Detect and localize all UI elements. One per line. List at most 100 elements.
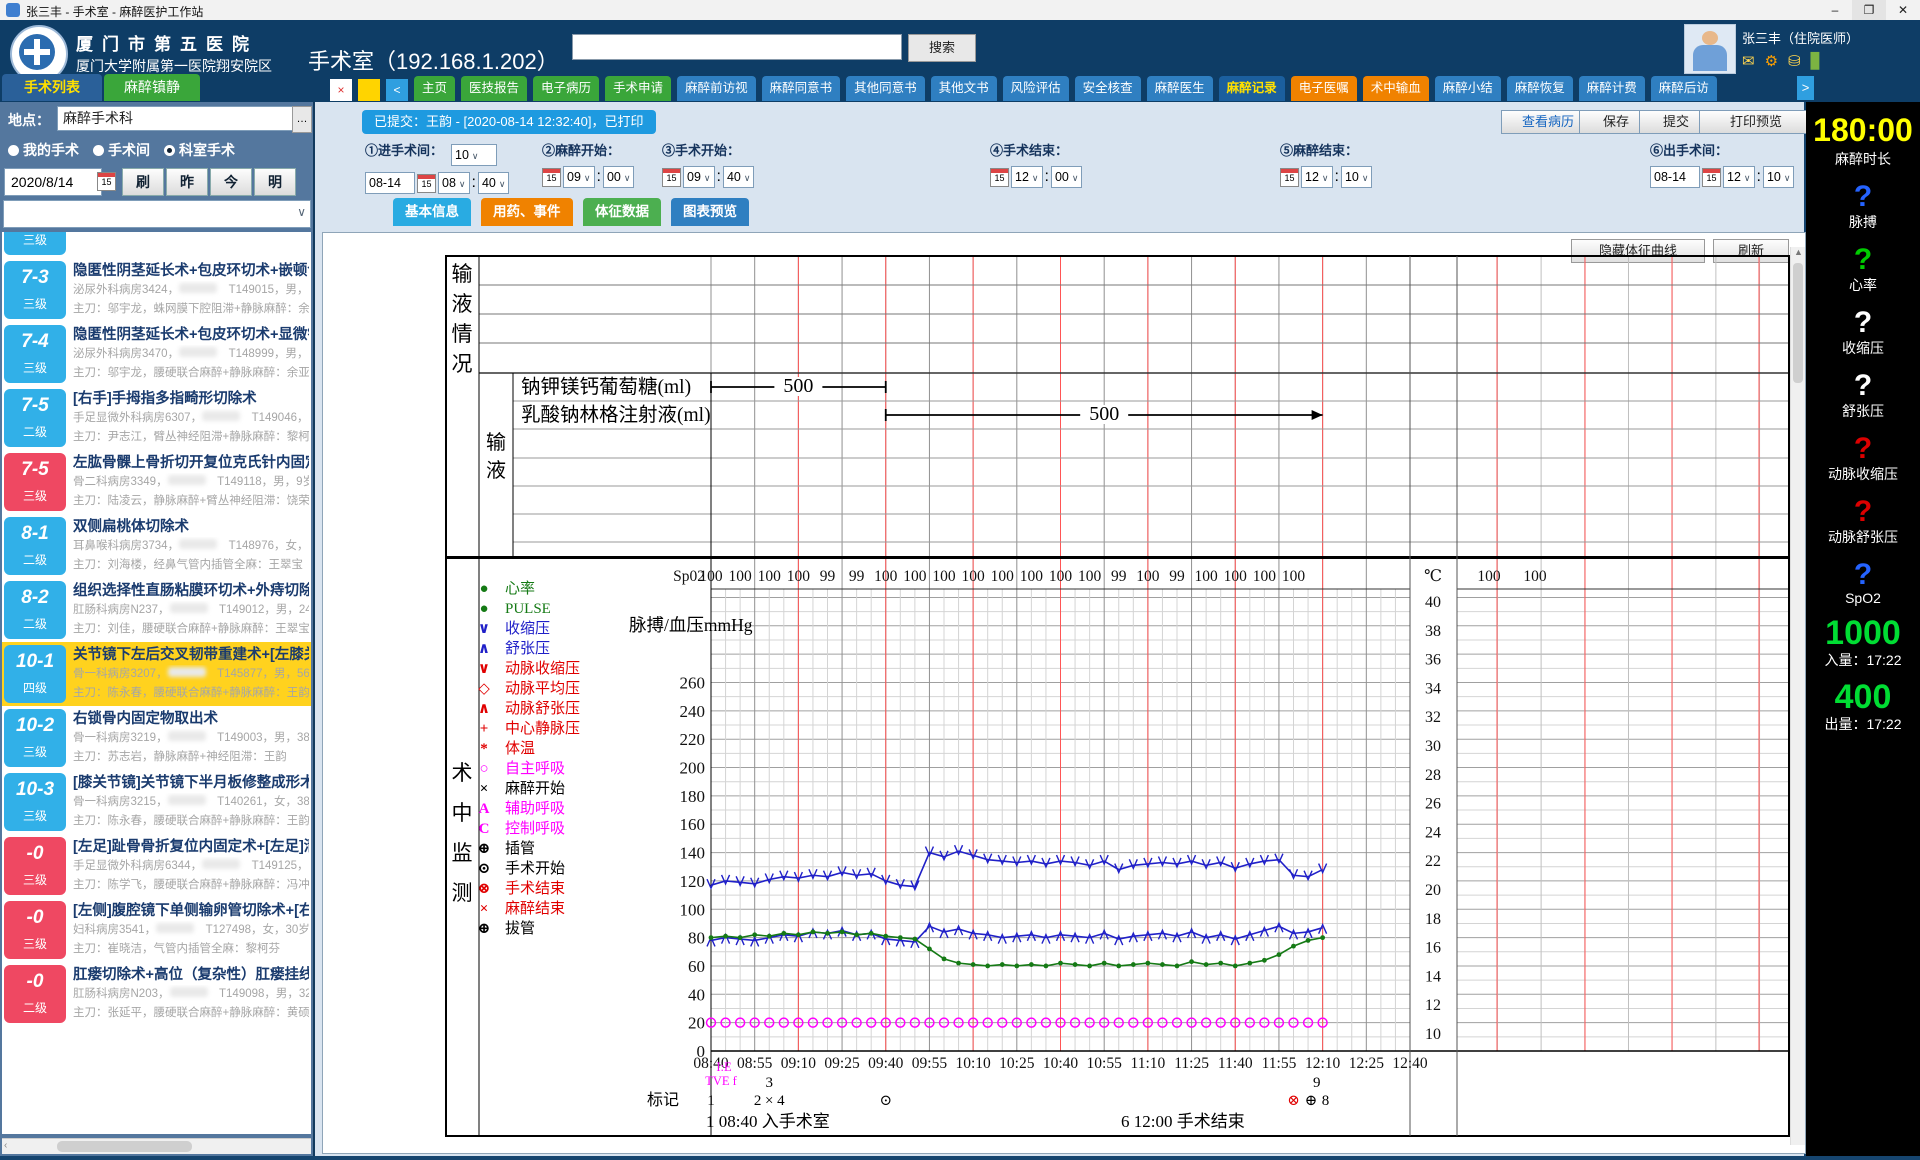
tab-scroll-left-button[interactable]: < (386, 79, 408, 101)
svg-text:34: 34 (1425, 680, 1441, 697)
tab-overflow-button[interactable]: > (1797, 76, 1814, 100)
room-select[interactable]: 10∨ (451, 144, 497, 166)
tab-14[interactable]: 麻醉小结 (1435, 76, 1501, 101)
tab-9[interactable]: 安全核查 (1075, 76, 1141, 101)
surgery-item-7-4[interactable]: 7-4三级隐匿性阴茎延长术+包皮环切术+显微镜下泌尿外科病房3470， T148… (2, 322, 311, 386)
radio-手术间[interactable]: 手术间 (93, 140, 150, 160)
minimize-button[interactable]: – (1818, 0, 1852, 20)
calendar-icon[interactable]: 15 (1280, 168, 1299, 187)
tab-1[interactable]: 医技报告 (461, 76, 527, 101)
calendar-icon[interactable]: 15 (990, 168, 1009, 187)
vital-label: 舒张压 (1806, 401, 1920, 421)
minute-select[interactable]: 00∨ (1051, 166, 1083, 188)
subtab-图表预览[interactable]: 图表预览 (671, 198, 749, 226)
surgery-item--0[interactable]: -0二级肛瘘切除术+高位（复杂性）肛瘘挂线术肛肠科病房N203， T149098… (2, 962, 311, 1026)
vital-label: 脉搏 (1806, 212, 1920, 232)
svg-text:11:25: 11:25 (1174, 1055, 1209, 1072)
location-input[interactable]: 麻醉手术科 (57, 106, 297, 131)
surgery-item-7-5[interactable]: 7-5二级[右手]手拇指多指畸形切除术手足显微外科病房6307， T149046… (2, 386, 311, 450)
svg-text:22: 22 (1425, 853, 1441, 870)
calendar-icon[interactable]: 15 (662, 168, 681, 187)
tab-2[interactable]: 电子病历 (533, 76, 599, 101)
calendar-icon[interactable]: 15 (97, 172, 116, 191)
minute-select[interactable]: 00∨ (603, 166, 635, 188)
close-tab-button[interactable]: × (330, 79, 352, 101)
surgery-item-8-2[interactable]: 8-2二级组织选择性直肠粘膜环切术+外痔切除术肛肠科病房N237， T14901… (2, 578, 311, 642)
minute-select[interactable]: 40∨ (478, 172, 510, 194)
sidebar-horizontal-scrollbar[interactable]: ‹ (2, 1138, 311, 1154)
subtab-用药、事件[interactable]: 用药、事件 (481, 198, 573, 226)
svg-text:100: 100 (680, 900, 706, 919)
tab-13[interactable]: 术中输血 (1363, 76, 1429, 101)
close-button[interactable]: ✕ (1886, 0, 1920, 20)
date-box[interactable]: 08-14 (1650, 166, 1700, 188)
surgery-item-10-2[interactable]: 10-2三级右锁骨内固定物取出术骨一科病房3219， T149003，男，38岁… (2, 706, 311, 770)
surgery-item-7-3[interactable]: 7-3三级隐匿性阴茎延长术+包皮环切术+嵌顿包茎泌尿外科病房3424， T149… (2, 258, 311, 322)
action-打印预览[interactable]: 打印预览 (1699, 110, 1813, 134)
radio-科室手术[interactable]: 科室手术 (164, 140, 235, 160)
tab-16[interactable]: 麻醉计费 (1579, 76, 1645, 101)
hour-select[interactable]: 09∨ (563, 166, 595, 188)
search-input[interactable] (572, 34, 902, 60)
tab-5[interactable]: 麻醉同意书 (762, 76, 841, 101)
tab-anesthesia-sedation[interactable]: 麻醉镇静 (104, 74, 200, 101)
tab-15[interactable]: 麻醉恢复 (1507, 76, 1573, 101)
minute-select[interactable]: 10∨ (1763, 166, 1795, 188)
gear-icon[interactable]: ⚙ (1765, 52, 1778, 70)
hour-select[interactable]: 12∨ (1723, 166, 1755, 188)
hour-select[interactable]: 08∨ (438, 172, 470, 194)
minute-select[interactable]: 10∨ (1341, 166, 1373, 188)
hour-select[interactable]: 12∨ (1301, 166, 1333, 188)
svg-text:输: 输 (452, 262, 473, 286)
subtab-基本信息[interactable]: 基本信息 (393, 198, 471, 226)
tab-0[interactable]: 主页 (414, 76, 455, 101)
tab-11[interactable]: 麻醉记录 (1219, 76, 1285, 101)
tab-10[interactable]: 麻醉医生 (1147, 76, 1213, 101)
tab-4[interactable]: 麻醉前访视 (677, 76, 756, 101)
svg-text:控制呼吸: 控制呼吸 (505, 820, 565, 837)
surgery-item-10-1[interactable]: 10-1四级关节镜下左后交叉韧带重建术+[左膝关节骨一科病房3207， T145… (2, 642, 311, 706)
surgery-item--0[interactable]: -0三级[左侧]腹腔镜下单侧输卵管切除术+[右侧]妇科病房3541， T1274… (2, 898, 311, 962)
anesthesia-duration-label: 麻醉时长 (1806, 149, 1920, 169)
surgery-item-7-2[interactable]: 7-2三级泌尿外科病房3409， T149000，男，12岁主刀：邬宇龙，蛛网膜… (2, 232, 311, 258)
minute-select[interactable]: 40∨ (723, 166, 755, 188)
svg-text:99: 99 (820, 568, 836, 585)
day-button-明[interactable]: 明 (254, 168, 296, 196)
tab-8[interactable]: 风险评估 (1003, 76, 1069, 101)
filter-dropdown[interactable]: ∨ (3, 200, 311, 228)
submitted-badge: 已提交：王韵 - [2020-08-14 12:32:40]，已打印 (362, 110, 656, 134)
date-box[interactable]: 08-14 (365, 172, 415, 194)
tab-17[interactable]: 麻醉后访 (1651, 76, 1717, 101)
search-button[interactable]: 搜索 (908, 34, 976, 62)
day-button-今[interactable]: 今 (210, 168, 252, 196)
location-more-button[interactable]: … (292, 106, 312, 133)
svg-text:20: 20 (688, 1014, 705, 1033)
mail-icon[interactable]: ✉ (1742, 52, 1755, 70)
svg-text:*: * (480, 741, 488, 757)
tab-surgery-list[interactable]: 手术列表 (2, 74, 102, 101)
restore-button[interactable]: ❐ (1852, 0, 1886, 20)
surgery-item-10-3[interactable]: 10-3三级[膝关节镜]关节镜下半月板修整成形术+滑骨一科病房3215， T14… (2, 770, 311, 834)
tab-6[interactable]: 其他同意书 (846, 76, 925, 101)
tab-7[interactable]: 其他文书 (931, 76, 997, 101)
hour-select[interactable]: 09∨ (683, 166, 715, 188)
day-button-刷[interactable]: 刷 (122, 168, 164, 196)
tab-3[interactable]: 手术申请 (605, 76, 671, 101)
radio-我的手术[interactable]: 我的手术 (8, 140, 79, 160)
chart-icon[interactable]: ▊ (1811, 52, 1823, 70)
yellow-tab-button[interactable] (358, 79, 380, 101)
tab-12[interactable]: 电子医嘱 (1291, 76, 1357, 101)
calendar-icon[interactable]: 15 (417, 174, 436, 193)
surgery-item-8-1[interactable]: 8-1二级双侧扁桃体切除术耳鼻喉科病房3734， T148976，女，26岁主刀… (2, 514, 311, 578)
surgery-item-7-5[interactable]: 7-5三级左肱骨髁上骨折切开复位克氏针内固定术骨二科病房3349， T14911… (2, 450, 311, 514)
calendar-icon[interactable]: 15 (1702, 168, 1721, 187)
svg-text:1 08:40 入手术室: 1 08:40 入手术室 (706, 1112, 830, 1131)
calendar-icon[interactable]: 15 (542, 168, 561, 187)
hour-select[interactable]: 12∨ (1011, 166, 1043, 188)
svg-text:10:40: 10:40 (1043, 1055, 1079, 1072)
database-icon[interactable]: ⛁ (1788, 52, 1801, 70)
date-input[interactable]: 2020/8/14 (4, 168, 102, 196)
subtab-体征数据[interactable]: 体征数据 (583, 198, 661, 226)
day-button-昨[interactable]: 昨 (166, 168, 208, 196)
surgery-item--0[interactable]: -0三级[左足]趾骨骨折复位内固定术+[左足]清创手足显微外科病房6344， T… (2, 834, 311, 898)
